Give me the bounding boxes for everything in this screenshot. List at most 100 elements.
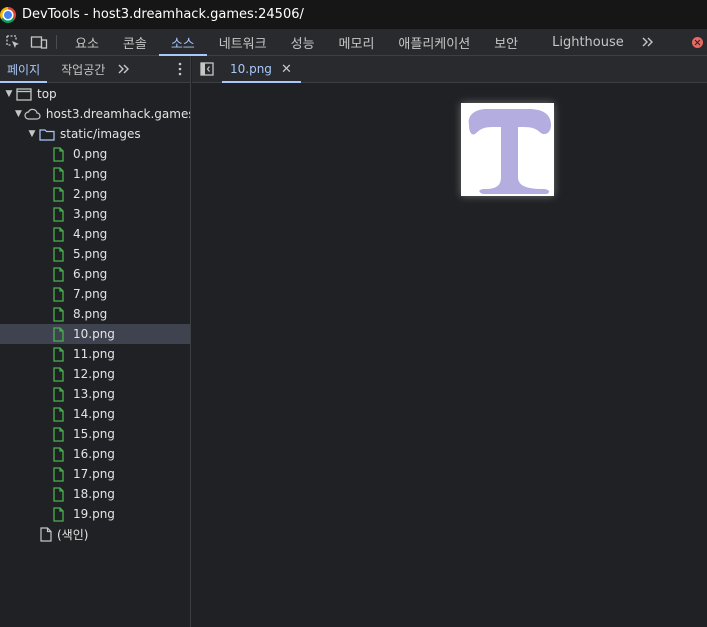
tab-network[interactable]: 네트워크 (207, 29, 279, 55)
tree-label: 13.png (73, 387, 115, 401)
tab-memory[interactable]: 메모리 (327, 29, 387, 55)
tree-item-file[interactable]: 15.png (0, 424, 190, 444)
tab-open-file[interactable]: 10.png ✕ (222, 56, 301, 83)
expand-triangle-icon[interactable]: ▼ (27, 129, 37, 139)
navigator-panel: 페이지 작업공간 ▼ top ▼ host3.dreamhack.games:2… (0, 56, 191, 627)
tree-item-file[interactable]: 2.png (0, 184, 190, 204)
tab-application[interactable]: 애플리케이션 (386, 29, 482, 55)
tab-sources[interactable]: 소스 (158, 29, 207, 56)
tree-label: 15.png (73, 427, 115, 441)
tab-lighthouse[interactable]: Lighthouse (530, 29, 636, 55)
tree-item-file[interactable]: 6.png (0, 264, 190, 284)
device-toolbar-icon[interactable] (26, 29, 52, 55)
tab-workspace[interactable]: 작업공간 (47, 56, 112, 82)
tab-performance[interactable]: 성능 (279, 29, 327, 55)
image-file-icon (53, 446, 64, 462)
document-icon (40, 526, 52, 542)
image-file-icon (53, 246, 64, 262)
tree-label: 14.png (73, 407, 115, 421)
tree-item-file[interactable]: 14.png (0, 404, 190, 424)
tree-item-file[interactable]: 5.png (0, 244, 190, 264)
tree-item-file[interactable]: 13.png (0, 384, 190, 404)
expand-triangle-icon[interactable]: ▼ (15, 109, 22, 119)
toolbar-divider (56, 35, 57, 49)
file-list: 0.png 1.png 2.png 3.png 4.png 5.png 6.png 7.png… (0, 144, 190, 524)
cloud-icon (24, 108, 41, 120)
chrome-icon (0, 6, 16, 23)
window-title: DevTools - host3.dreamhack.games:24506/ (22, 7, 304, 22)
tree-item-host[interactable]: ▼ host3.dreamhack.games:24506 (0, 104, 190, 124)
tree-label: 12.png (73, 367, 115, 381)
image-preview (461, 103, 554, 196)
close-tab-icon[interactable]: ✕ (281, 62, 292, 77)
editor-panel: 10.png ✕ (192, 56, 707, 627)
tree-label: (색인) (57, 527, 89, 542)
tree-label: 1.png (73, 167, 108, 181)
image-file-icon (53, 166, 64, 182)
image-file-icon (53, 226, 64, 242)
tree-label: 5.png (73, 247, 108, 261)
tree-label: 4.png (73, 227, 108, 241)
tree-label: 7.png (73, 287, 108, 301)
inspect-element-icon[interactable] (0, 29, 26, 55)
expand-triangle-icon[interactable]: ▼ (4, 89, 14, 99)
error-close-icon[interactable] (692, 37, 703, 48)
tree-item-file[interactable]: 7.png (0, 284, 190, 304)
image-file-icon (53, 326, 64, 342)
tree-label: 0.png (73, 147, 108, 161)
tree-label: static/images (60, 127, 141, 141)
tree-item-file[interactable]: 16.png (0, 444, 190, 464)
open-file-name: 10.png (230, 62, 272, 76)
tree-item-file[interactable]: 10.png (0, 324, 190, 344)
tree-label: 2.png (73, 187, 108, 201)
tree-item-file[interactable]: 3.png (0, 204, 190, 224)
title-bar: DevTools - host3.dreamhack.games:24506/ (0, 0, 707, 29)
tree-item-file[interactable]: 4.png (0, 224, 190, 244)
tab-page[interactable]: 페이지 (0, 56, 48, 83)
tree-item-file[interactable]: 1.png (0, 164, 190, 184)
tree-item-file[interactable]: 19.png (0, 504, 190, 524)
tree-item-file[interactable]: 12.png (0, 364, 190, 384)
navigator-menu-icon[interactable] (170, 56, 190, 82)
image-file-icon (53, 346, 64, 362)
tree-item-file[interactable]: 11.png (0, 344, 190, 364)
tree-item-file[interactable]: 0.png (0, 144, 190, 164)
tree-item-file[interactable]: 8.png (0, 304, 190, 324)
tree-label: 10.png (73, 327, 115, 341)
tree-label: host3.dreamhack.games:24506 (45, 107, 190, 121)
image-file-icon (53, 386, 64, 402)
tree-label: 6.png (73, 267, 108, 281)
tree-label: 17.png (73, 467, 115, 481)
tree-label: 19.png (73, 507, 115, 521)
navigator-more-chevron-icon[interactable] (112, 56, 136, 82)
image-file-icon (53, 306, 64, 322)
image-file-icon (53, 406, 64, 422)
tab-console[interactable]: 콘솔 (111, 29, 159, 55)
tab-elements[interactable]: 요소 (63, 29, 111, 55)
image-file-icon (53, 506, 64, 522)
image-file-icon (53, 266, 64, 282)
tab-security[interactable]: 보안 (482, 29, 530, 55)
image-file-icon (53, 146, 64, 162)
image-file-icon (53, 486, 64, 502)
tree-item-file[interactable]: 18.png (0, 484, 190, 504)
image-file-icon (53, 366, 64, 382)
tree-label: 18.png (73, 487, 115, 501)
tree-item-top[interactable]: ▼ top (0, 84, 190, 104)
frame-icon (16, 87, 32, 101)
image-file-icon (53, 186, 64, 202)
file-tree: ▼ top ▼ host3.dreamhack.games:24506 ▼ st… (0, 83, 190, 544)
image-file-icon (53, 426, 64, 442)
folder-icon (39, 128, 55, 141)
tree-label: 8.png (73, 307, 108, 321)
more-tabs-chevron-icon[interactable] (636, 29, 660, 55)
tree-label: 16.png (73, 447, 115, 461)
toggle-navigator-icon[interactable] (192, 56, 222, 82)
image-file-icon (53, 206, 64, 222)
image-file-icon (53, 466, 64, 482)
tree-item-file[interactable]: 17.png (0, 464, 190, 484)
tree-item-index[interactable]: (색인) (0, 524, 190, 544)
tree-label: top (37, 87, 57, 101)
letter-t-image (468, 109, 551, 194)
tree-item-folder[interactable]: ▼ static/images (0, 124, 190, 144)
